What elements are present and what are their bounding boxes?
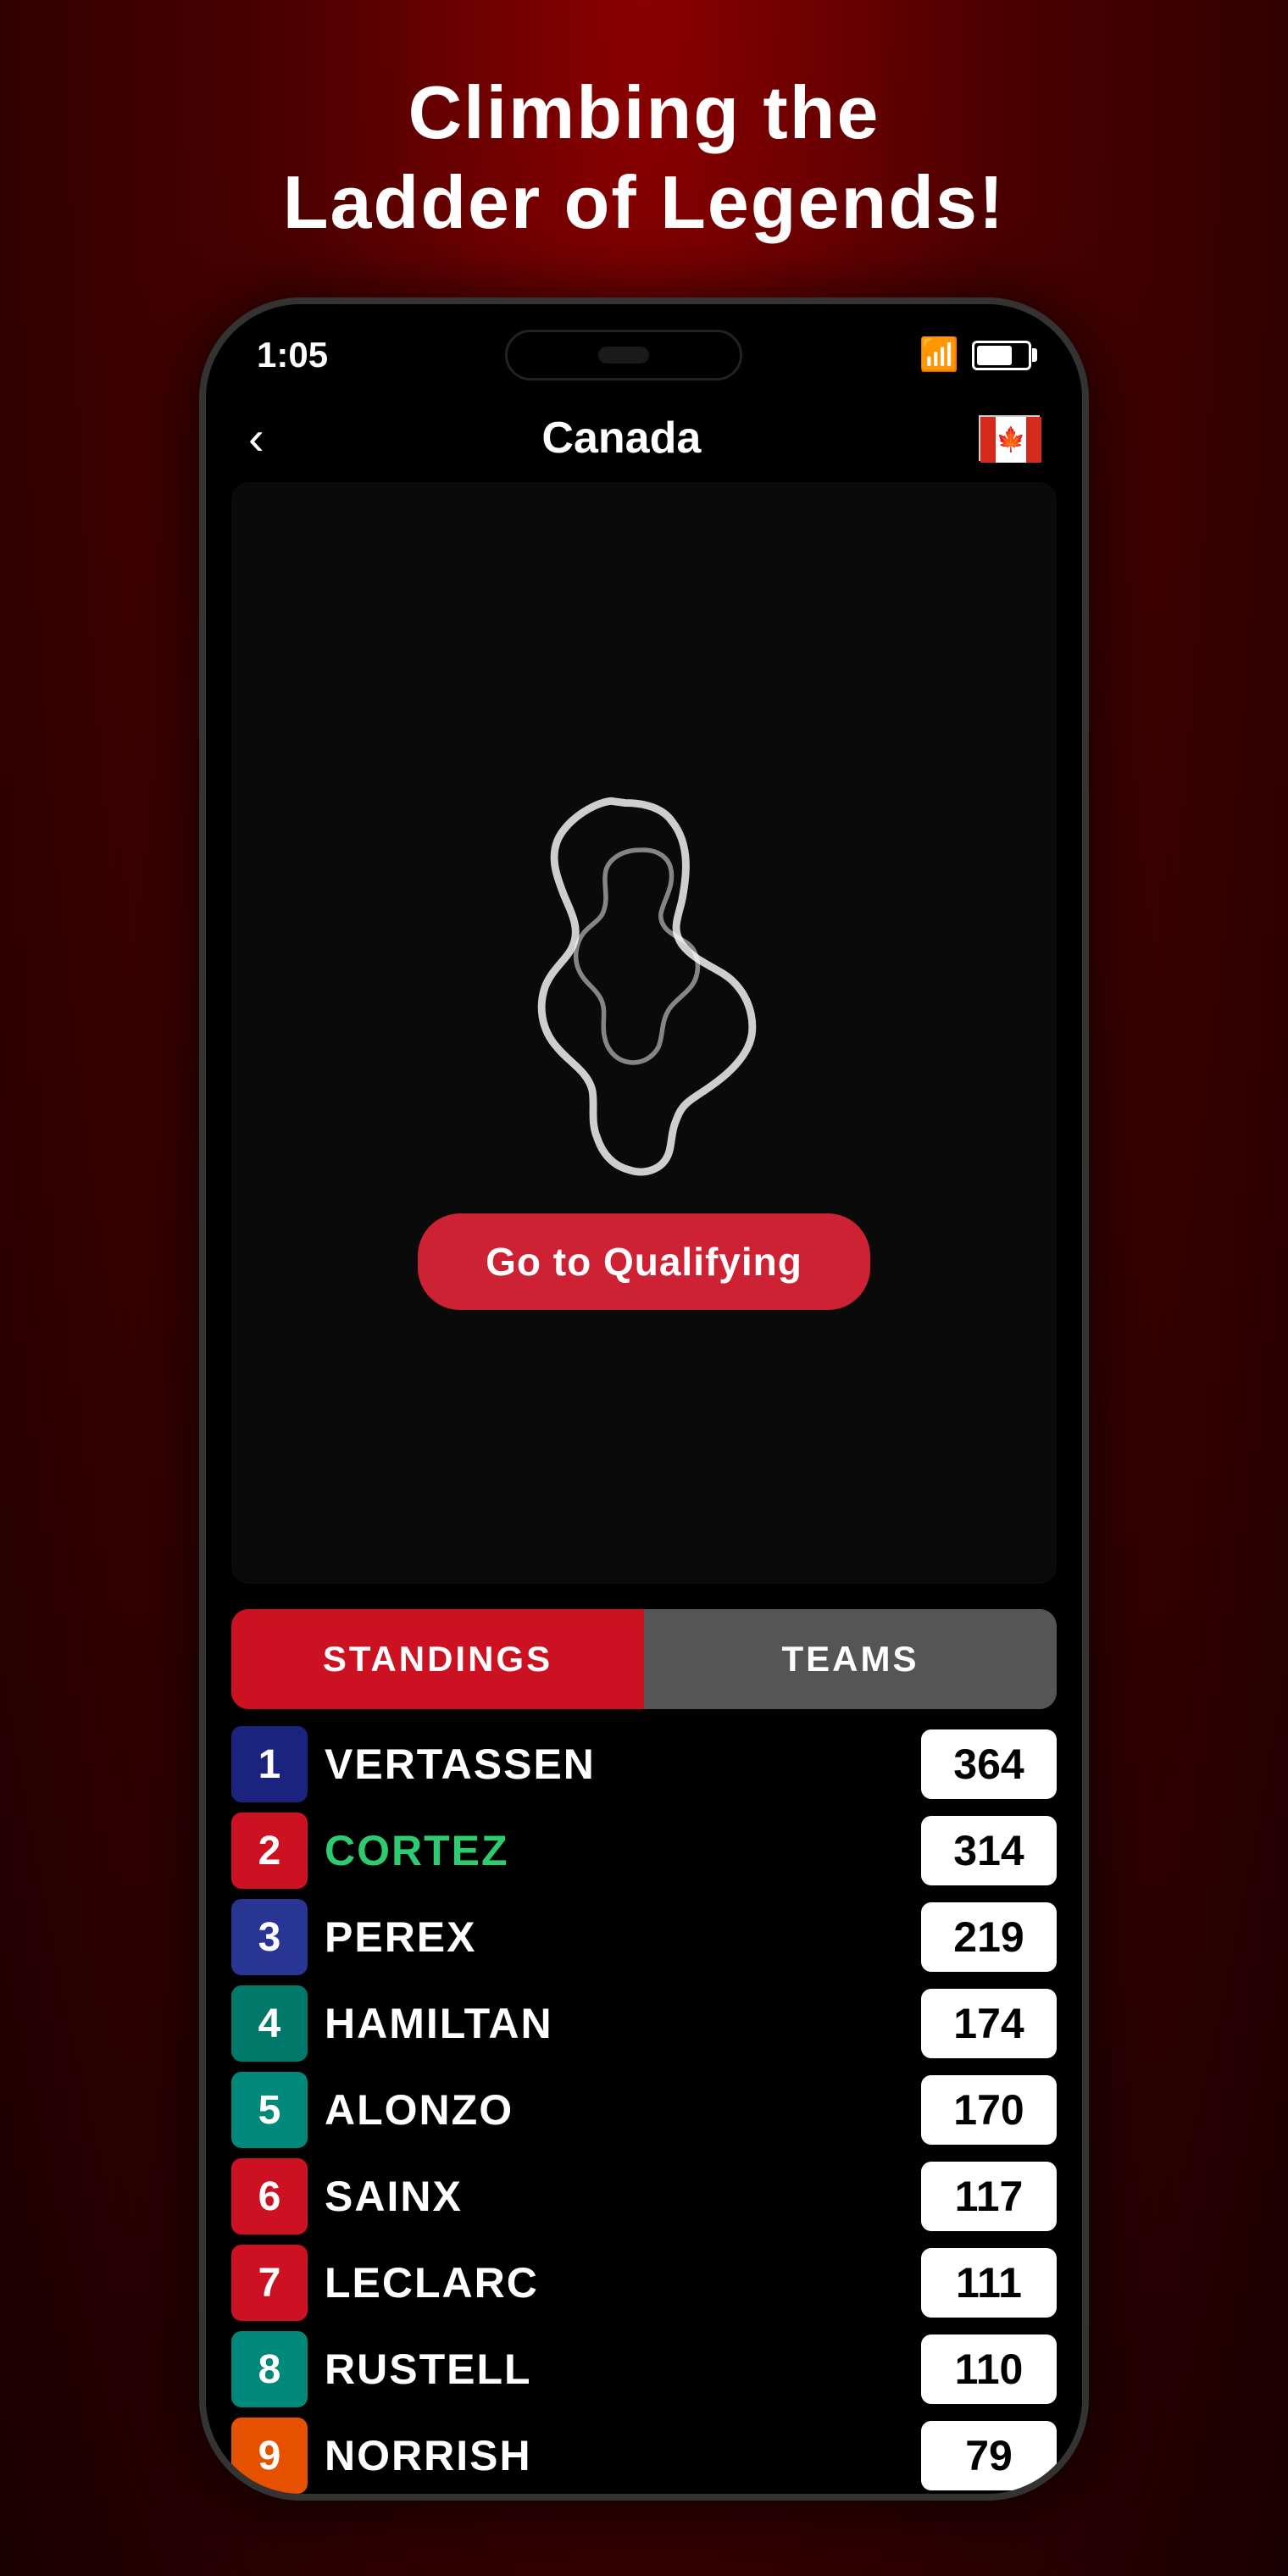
driver-name-1: CORTEZ bbox=[325, 1826, 904, 1875]
nav-title: Canada bbox=[541, 413, 701, 464]
driver-name-4: ALONZO bbox=[325, 2085, 904, 2135]
table-row: 9 NORRISH 79 bbox=[231, 2418, 1057, 2494]
tab-teams[interactable]: TEAMS bbox=[644, 1609, 1057, 1709]
position-badge-8: 8 bbox=[231, 2331, 308, 2407]
driver-points-6: 111 bbox=[921, 2248, 1057, 2318]
driver-points-7: 110 bbox=[921, 2334, 1057, 2404]
side-button bbox=[1084, 813, 1089, 897]
position-badge-2: 2 bbox=[231, 1813, 308, 1889]
table-row: 7 LECLARC 111 bbox=[231, 2245, 1057, 2321]
driver-points-4: 170 bbox=[921, 2075, 1057, 2145]
driver-points-1: 314 bbox=[921, 1816, 1057, 1885]
back-button[interactable]: ‹ bbox=[248, 410, 264, 465]
driver-points-8: 79 bbox=[921, 2421, 1057, 2490]
driver-points-2: 219 bbox=[921, 1902, 1057, 1972]
flag-left bbox=[980, 417, 996, 463]
position-badge-7: 7 bbox=[231, 2245, 308, 2321]
table-row: 5 ALONZO 170 bbox=[231, 2072, 1057, 2148]
phone-notch bbox=[505, 330, 742, 380]
wifi-icon: 📶 bbox=[919, 336, 959, 374]
table-row: 8 RUSTELL 110 bbox=[231, 2331, 1057, 2407]
battery-icon bbox=[972, 341, 1031, 370]
driver-name-0: VERTASSEN bbox=[325, 1740, 904, 1789]
table-row: 4 HAMILTAN 174 bbox=[231, 1985, 1057, 2062]
table-row: 6 SAINX 117 bbox=[231, 2158, 1057, 2235]
status-bar: 1:05 📶 bbox=[206, 304, 1082, 393]
phone-time: 1:05 bbox=[257, 335, 328, 375]
position-badge-3: 3 bbox=[231, 1899, 308, 1975]
driver-points-3: 174 bbox=[921, 1989, 1057, 2058]
notch-pill bbox=[598, 347, 649, 364]
canada-flag: 🍁 bbox=[979, 415, 1040, 461]
phone-mockup: 1:05 📶 ‹ Canada 🍁 bbox=[199, 297, 1089, 2501]
driver-name-8: NORRISH bbox=[325, 2431, 904, 2480]
status-icons: 📶 bbox=[919, 336, 1031, 374]
tab-standings[interactable]: STANDINGS bbox=[231, 1609, 644, 1709]
maple-leaf-icon: 🍁 bbox=[997, 425, 1026, 453]
table-row: 3 PEREX 219 bbox=[231, 1899, 1057, 1975]
page-title: Climbing the Ladder of Legends! bbox=[283, 68, 1006, 247]
driver-name-7: RUSTELL bbox=[325, 2345, 904, 2394]
driver-points-0: 364 bbox=[921, 1729, 1057, 1799]
driver-name-2: PEREX bbox=[325, 1913, 904, 1962]
battery-fill bbox=[977, 346, 1012, 365]
go-qualifying-button[interactable]: Go to Qualifying bbox=[418, 1213, 870, 1310]
table-row: 2 CORTEZ 314 bbox=[231, 1813, 1057, 1889]
driver-points-5: 117 bbox=[921, 2162, 1057, 2231]
position-badge-4: 4 bbox=[231, 1985, 308, 2062]
driver-name-6: LECLARC bbox=[325, 2258, 904, 2307]
flag-right bbox=[1026, 417, 1041, 463]
position-badge-5: 5 bbox=[231, 2072, 308, 2148]
position-badge-6: 6 bbox=[231, 2158, 308, 2235]
nav-bar: ‹ Canada 🍁 bbox=[206, 393, 1082, 482]
track-section: Go to Qualifying bbox=[231, 482, 1057, 1584]
position-badge-9: 9 bbox=[231, 2418, 308, 2494]
driver-name-5: SAINX bbox=[325, 2172, 904, 2221]
track-svg bbox=[453, 756, 835, 1180]
position-badge-1: 1 bbox=[231, 1726, 308, 1802]
flag-center: 🍁 bbox=[996, 417, 1026, 463]
standings-list: 1 VERTASSEN 364 2 CORTEZ 314 3 PEREX 219 4 HAMILTA… bbox=[231, 1726, 1057, 2494]
driver-name-3: HAMILTAN bbox=[325, 1999, 904, 2048]
phone-content: ‹ Canada 🍁 Go to Qualifying bbox=[206, 393, 1082, 2494]
tabs-row: STANDINGS TEAMS bbox=[231, 1609, 1057, 1709]
table-row: 1 VERTASSEN 364 bbox=[231, 1726, 1057, 1802]
